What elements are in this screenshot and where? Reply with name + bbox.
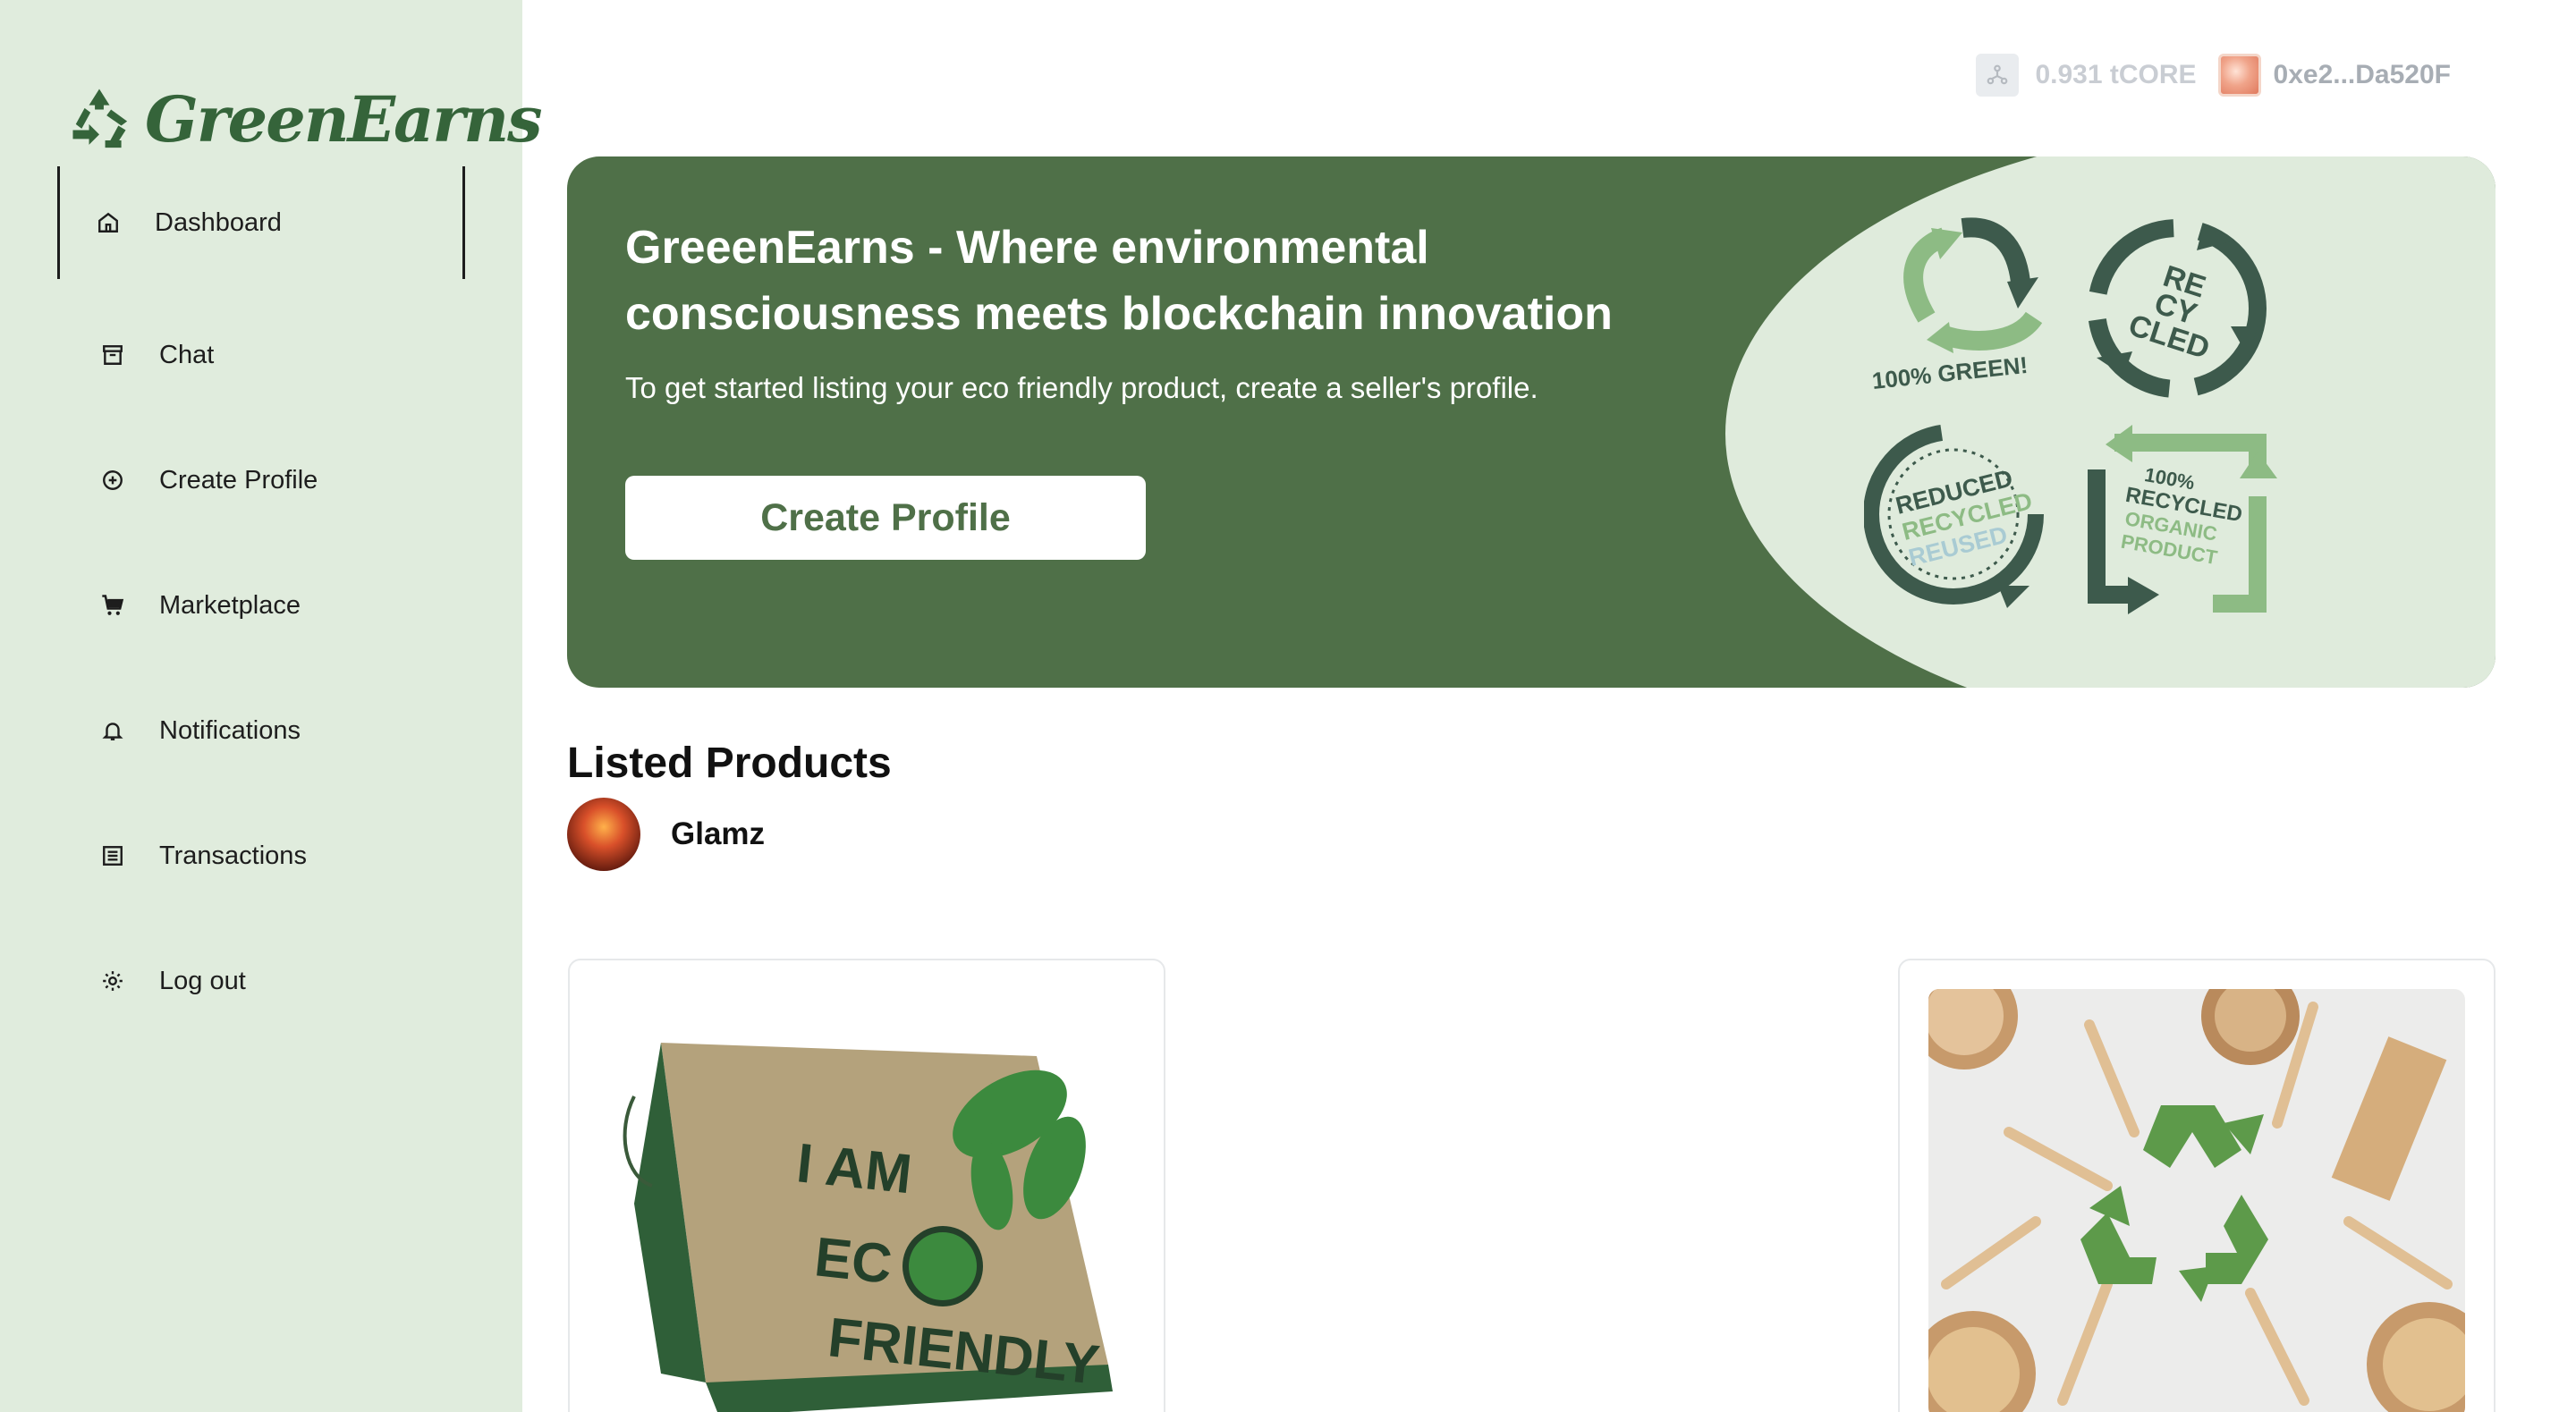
listed-products-title: Listed Products bbox=[567, 740, 892, 787]
nav-item-label: Chat bbox=[159, 340, 215, 369]
organic-product-badge-icon: 100% RECYCLED ORGANIC PRODUCT bbox=[2088, 425, 2277, 614]
recycle-utensils-image bbox=[1928, 989, 2465, 1412]
seller-row[interactable]: Glamz bbox=[567, 798, 765, 871]
bag-text: I AM bbox=[794, 1132, 915, 1205]
nav-item-notifications[interactable]: Notifications bbox=[57, 674, 465, 787]
recycle-badges-illustration: 100% GREEN! RE CY CLED REDUCED RECYCLED … bbox=[1864, 217, 2277, 614]
nav-item-dashboard[interactable]: Dashboard bbox=[57, 166, 465, 279]
create-profile-button[interactable]: Create Profile bbox=[625, 476, 1146, 560]
brand-logo[interactable]: GreenEarns bbox=[63, 82, 543, 156]
home-icon bbox=[96, 210, 121, 235]
recycled-badge-icon: RE CY CLED bbox=[2088, 219, 2267, 398]
seller-avatar bbox=[567, 798, 640, 871]
nav-item-create-profile[interactable]: Create Profile bbox=[57, 424, 465, 537]
brand-name: GreenEarns bbox=[145, 82, 543, 156]
product-card[interactable]: I AM EC FRIENDLY bbox=[568, 959, 1165, 1412]
wallet-address[interactable]: 0xe2...Da520F bbox=[2217, 54, 2451, 97]
bell-icon bbox=[100, 718, 125, 743]
nav-item-label: Marketplace bbox=[159, 590, 301, 620]
nav-item-chat[interactable]: Chat bbox=[57, 299, 465, 411]
balance-display[interactable]: 0.931 tCORE bbox=[1976, 54, 2197, 97]
balance-text: 0.931 tCORE bbox=[2035, 60, 2197, 89]
plus-circle-icon bbox=[100, 468, 125, 493]
hero-title: GreeenEarns - Where environmental consci… bbox=[625, 222, 1613, 340]
bag-text: EC bbox=[812, 1226, 895, 1296]
nav-item-label: Dashboard bbox=[155, 207, 282, 237]
hero-subtitle: To get started listing your eco friendly… bbox=[625, 371, 1538, 404]
nav-item-logout[interactable]: Log out bbox=[57, 925, 465, 1037]
address-text: 0xe2...Da520F bbox=[2273, 60, 2451, 89]
product-card[interactable] bbox=[1898, 959, 2496, 1412]
nav-item-label: Transactions bbox=[159, 841, 307, 870]
nav-item-label: Create Profile bbox=[159, 465, 318, 495]
core-token-icon bbox=[1976, 54, 2020, 97]
green-badge-icon: 100% GREEN! bbox=[1870, 217, 2043, 394]
gear-icon bbox=[100, 968, 125, 993]
hero-banner: GreeenEarns - Where environmental consci… bbox=[567, 156, 2496, 688]
nav-item-marketplace[interactable]: Marketplace bbox=[57, 549, 465, 662]
nav-item-label: Notifications bbox=[159, 715, 301, 745]
sidebar: GreenEarns Dashboard Chat Create Profile… bbox=[0, 0, 543, 1412]
archive-icon bbox=[100, 342, 125, 368]
wallet-bar: 0.931 tCORE 0xe2...Da520F bbox=[1976, 54, 2451, 97]
cart-icon bbox=[100, 593, 125, 618]
recycle-logo-icon bbox=[72, 89, 128, 148]
receipt-icon bbox=[100, 843, 125, 868]
nav-item-transactions[interactable]: Transactions bbox=[57, 799, 465, 912]
badge-text: 100% GREEN! bbox=[1870, 351, 2029, 394]
eco-bag-image: I AM EC FRIENDLY bbox=[598, 989, 1135, 1412]
wallet-avatar bbox=[2217, 54, 2261, 97]
nav-item-label: Log out bbox=[159, 966, 246, 995]
seller-name: Glamz bbox=[671, 816, 766, 851]
reduce-reuse-badge-icon: REDUCED RECYCLED REUSED bbox=[1864, 424, 2044, 608]
